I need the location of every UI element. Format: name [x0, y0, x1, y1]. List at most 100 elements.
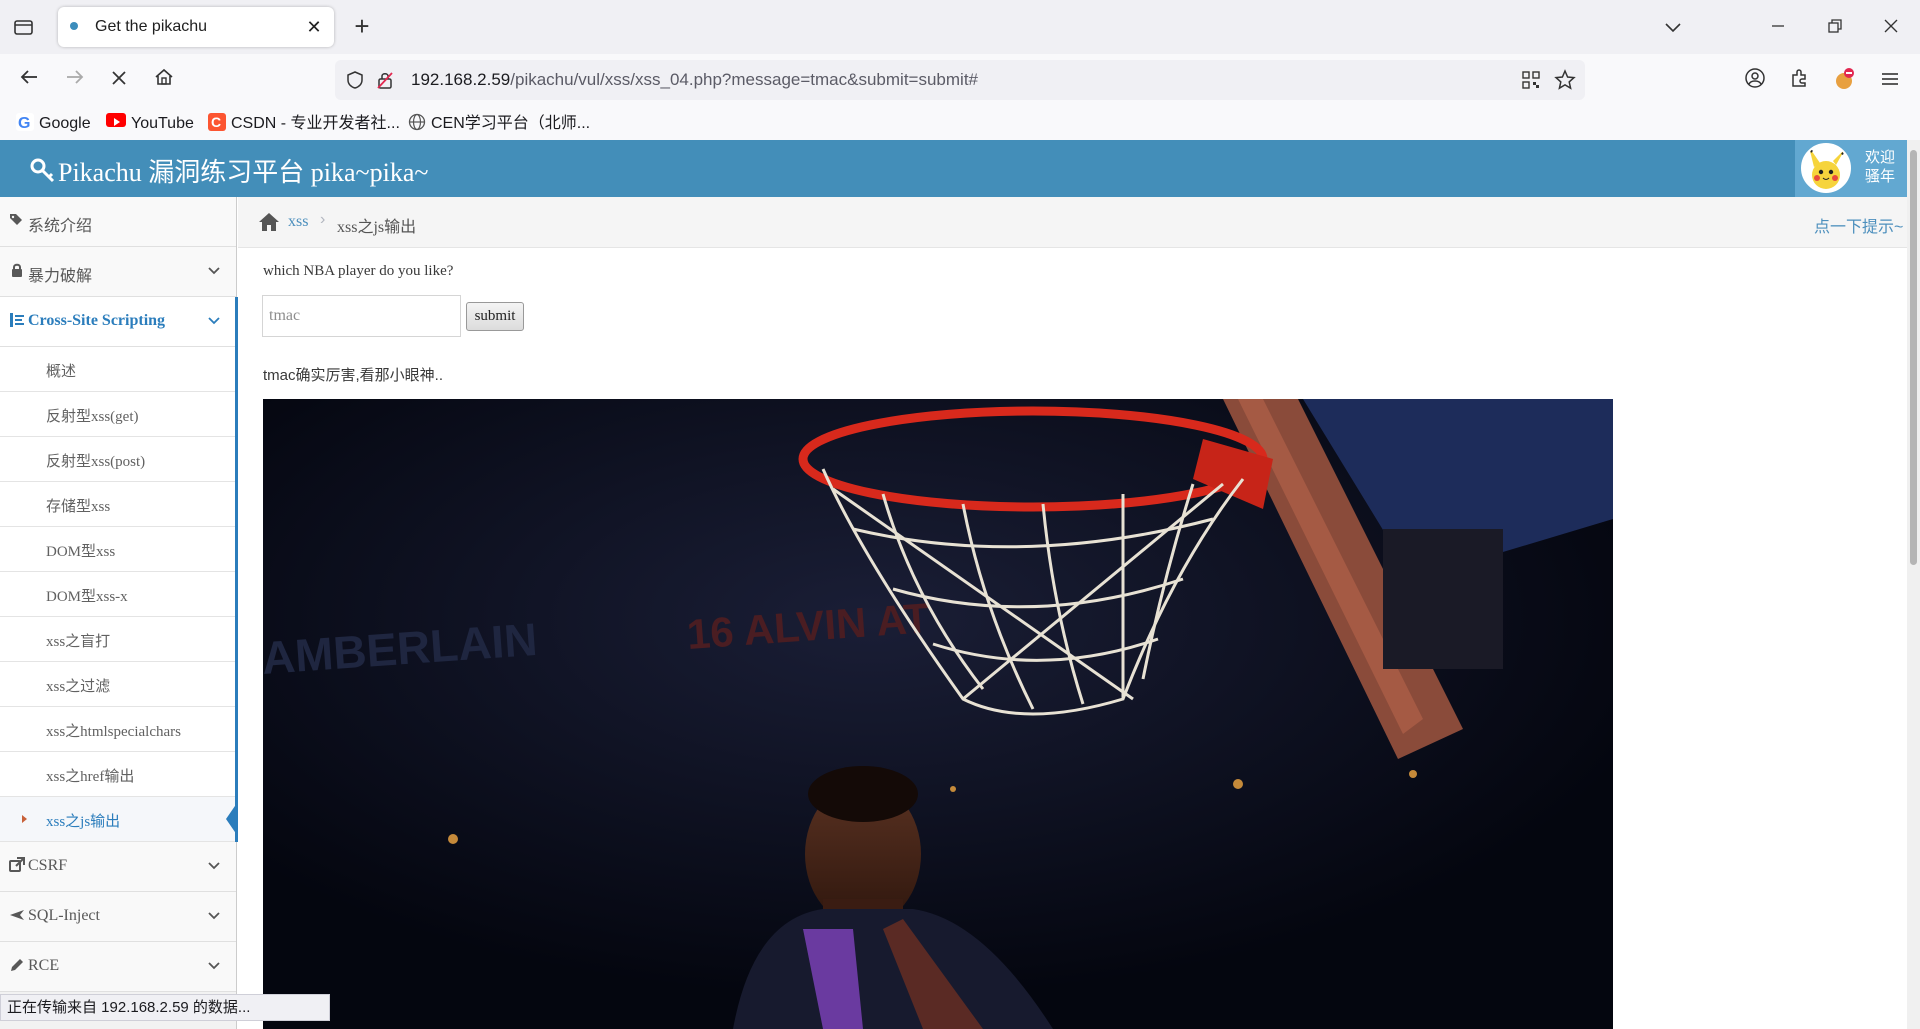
- bookmark-youtube[interactable]: YouTube: [106, 112, 194, 136]
- extensions-icon[interactable]: [1786, 67, 1814, 95]
- submenu-item-href-output[interactable]: xss之href输出: [0, 752, 236, 797]
- home-icon[interactable]: [150, 67, 178, 95]
- insecure-lock-icon[interactable]: [375, 70, 395, 95]
- browser-tab-active[interactable]: Get the pikachu ✕: [58, 7, 334, 47]
- bookmark-star-icon[interactable]: [1554, 69, 1576, 96]
- chevron-down-icon: [208, 962, 220, 970]
- shield-icon[interactable]: [345, 70, 365, 95]
- submenu-item-label: xss之过滤: [46, 679, 111, 695]
- sidebar-item-label: Cross-Site Scripting: [28, 312, 166, 329]
- submenu-item-reflected-get[interactable]: 反射型xss(get): [0, 392, 236, 437]
- submenu-item-filter[interactable]: xss之过滤: [0, 662, 236, 707]
- tab-title: Get the pikachu: [95, 18, 208, 35]
- submit-button[interactable]: submit: [466, 302, 524, 331]
- url-text[interactable]: 192.168.2.59/pikachu/vul/xss/xss_04.php?…: [411, 70, 978, 90]
- key-icon: [30, 158, 55, 183]
- svg-text:G: G: [18, 115, 30, 131]
- page-scrollbar[interactable]: [1907, 140, 1920, 1029]
- caret-right-icon: [22, 815, 27, 823]
- url-path: /pikachu/vul/xss/xss_04.php?message=tmac…: [510, 70, 978, 89]
- submenu-item-overview[interactable]: 概述: [0, 347, 236, 392]
- qr-code-icon[interactable]: [1521, 70, 1541, 95]
- sidebar-item-rce[interactable]: RCE: [0, 942, 236, 992]
- plane-icon: [10, 910, 24, 920]
- bookmarks-toolbar: G Google YouTube C CSDN - 专业开发者社... CEN学习平…: [0, 108, 1920, 140]
- breadcrumb-link-xss[interactable]: xss: [288, 213, 308, 231]
- tags-icon: [10, 214, 22, 225]
- bookmark-csdn[interactable]: C CSDN - 专业开发者社...: [208, 112, 400, 136]
- browser-navigation-bar: 192.168.2.59/pikachu/vul/xss/xss_04.php?…: [0, 54, 1920, 108]
- bookmark-cen[interactable]: CEN学习平台（北师...: [408, 112, 590, 136]
- user-greeting-line2: 骚年: [1865, 168, 1896, 185]
- user-menu[interactable]: 欢迎 骚年: [1795, 140, 1920, 197]
- sidebar-item-intro[interactable]: 系统介绍: [0, 197, 236, 247]
- result-message: tmac确实厉害,看那小眼神..: [263, 367, 444, 384]
- submenu-item-label: DOM型xss: [46, 544, 116, 560]
- bookmark-label: Google: [39, 115, 91, 132]
- tab-overflow-chevron-icon[interactable]: [1658, 14, 1688, 40]
- submenu-item-htmlspecialchars[interactable]: xss之htmlspecialchars: [0, 707, 236, 752]
- external-link-icon: [9, 857, 25, 872]
- back-arrow-icon[interactable]: [15, 67, 43, 95]
- sidebar-item-xss[interactable]: Cross-Site Scripting: [0, 297, 236, 347]
- breadcrumb: xss › xss之js输出 点一下提示~: [238, 197, 1920, 248]
- tab-loading-icon: [70, 22, 78, 30]
- user-greeting: 欢迎 骚年: [1865, 148, 1895, 186]
- bookmark-label: CSDN - 专业开发者社...: [231, 115, 400, 132]
- scrollbar-thumb[interactable]: [1910, 150, 1917, 565]
- sitemap-icon: [10, 313, 24, 327]
- home-icon[interactable]: [258, 212, 280, 232]
- bookmark-label: CEN学习平台（北师...: [431, 115, 591, 132]
- tab-close-icon[interactable]: ✕: [304, 17, 324, 37]
- chevron-down-icon: [208, 317, 220, 325]
- google-icon: G: [16, 113, 34, 132]
- avatar: [1801, 143, 1851, 193]
- submenu-item-label: xss之盲打: [46, 634, 111, 650]
- submenu-item-label: xss之htmlspecialchars: [46, 724, 181, 740]
- chevron-down-icon: [208, 267, 220, 275]
- chevron-down-icon: [208, 912, 220, 920]
- breadcrumb-current: xss之js输出: [337, 219, 417, 236]
- restore-icon[interactable]: [1820, 14, 1850, 40]
- sidebar-item-label: 系统介绍: [28, 218, 93, 235]
- submenu-item-dom[interactable]: DOM型xss: [0, 527, 236, 572]
- submenu-item-label: 反射型xss(post): [46, 454, 146, 470]
- sidebar-item-label: SQL-Inject: [28, 907, 100, 924]
- minimize-icon[interactable]: [1763, 14, 1793, 40]
- page-viewport: Pikachu 漏洞练习平台 pika~pika~ 欢迎 骚年 系统介绍 暴力破…: [0, 140, 1920, 1029]
- submenu-item-label: 反射型xss(get): [46, 409, 139, 425]
- stop-loading-icon[interactable]: [105, 67, 133, 95]
- message-input[interactable]: tmac: [262, 295, 461, 337]
- sidebar-item-brute-force[interactable]: 暴力破解: [0, 247, 236, 297]
- globe-icon: [408, 113, 426, 131]
- new-tab-button[interactable]: +: [350, 13, 374, 39]
- active-section-bar: [235, 297, 238, 842]
- status-bar: 正在传输来自 192.168.2.59 的数据...: [0, 994, 330, 1021]
- svg-text:C: C: [211, 114, 221, 130]
- submenu-item-label: 存储型xss: [46, 499, 111, 515]
- bookmark-google[interactable]: G Google: [16, 112, 91, 136]
- app-menu-icon[interactable]: [1876, 67, 1904, 95]
- close-window-icon[interactable]: [1876, 14, 1906, 40]
- lock-icon: [12, 263, 22, 277]
- account-icon[interactable]: [1741, 67, 1769, 95]
- sidebar: 系统介绍 暴力破解 Cross-Site Scripting 概述 反射型xss…: [0, 197, 238, 1029]
- address-bar[interactable]: 192.168.2.59/pikachu/vul/xss/xss_04.php?…: [335, 60, 1585, 100]
- submenu-item-label: xss之js输出: [46, 814, 121, 830]
- submenu-item-dom-x[interactable]: DOM型xss-x: [0, 572, 236, 617]
- extension-badge-icon[interactable]: [1830, 67, 1858, 95]
- browser-tab-strip: Get the pikachu ✕ +: [0, 0, 1920, 54]
- site-title[interactable]: Pikachu 漏洞练习平台 pika~pika~: [30, 152, 428, 189]
- sidebar-item-csrf[interactable]: CSRF: [0, 842, 236, 892]
- submenu-item-js-output[interactable]: xss之js输出: [0, 797, 237, 842]
- forward-arrow-icon[interactable]: [61, 67, 89, 95]
- sidebar-item-sql-inject[interactable]: SQL-Inject: [0, 892, 236, 942]
- hint-link[interactable]: 点一下提示~: [1814, 213, 1903, 237]
- tab-list-icon[interactable]: [12, 16, 36, 38]
- tmac-photo: AMBERLAIN 16 ALVIN AT: [263, 399, 1613, 1029]
- site-title-text: Pikachu 漏洞练习平台 pika~pika~: [58, 158, 429, 187]
- submenu-item-stored[interactable]: 存储型xss: [0, 482, 236, 527]
- submenu-item-reflected-post[interactable]: 反射型xss(post): [0, 437, 236, 482]
- submenu-item-blind[interactable]: xss之盲打: [0, 617, 236, 662]
- submenu-item-label: DOM型xss-x: [46, 589, 128, 605]
